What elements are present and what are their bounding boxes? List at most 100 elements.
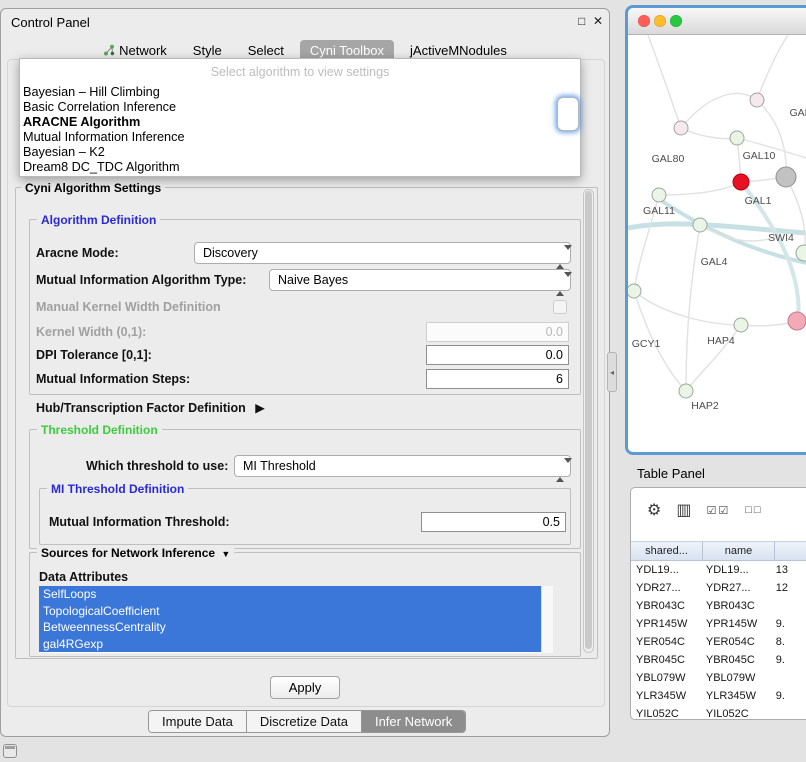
table-cell — [771, 669, 806, 687]
table-row[interactable]: YBR045CYBR045C9. — [631, 651, 806, 669]
network-node[interactable] — [734, 318, 748, 332]
which-threshold-value: MI Threshold — [243, 459, 316, 473]
table-row[interactable]: YDR27...YDR27...12 — [631, 579, 806, 597]
gear-icon[interactable]: ⚙ — [647, 500, 661, 520]
mi-steps-input[interactable] — [426, 369, 569, 389]
zoom-button[interactable] — [670, 15, 682, 27]
network-node[interactable] — [679, 384, 693, 398]
mi-algorithm-type-select[interactable]: Naive Bayes — [269, 269, 571, 291]
settings-scrollbar-thumb[interactable] — [585, 191, 592, 649]
apply-button[interactable]: Apply — [270, 676, 340, 699]
mi-algorithm-type-value: Naive Bayes — [278, 273, 348, 287]
kernel-width-input[interactable] — [426, 322, 569, 342]
algorithm-option-basic-correlation-inference[interactable]: Basic Correlation Inference — [20, 100, 580, 115]
algorithm-option-bayesian-hill-climbing[interactable]: Bayesian – Hill Climbing — [20, 85, 580, 100]
mi-threshold-input[interactable] — [421, 512, 566, 532]
table-cell: YIL052C — [631, 705, 701, 719]
network-node[interactable] — [776, 167, 796, 187]
attribute-topologicalcoefficient[interactable]: TopologicalCoefficient — [39, 603, 541, 620]
table-row[interactable]: YPR145WYPR145W9. — [631, 615, 806, 633]
column-header-col2[interactable] — [775, 541, 806, 561]
column-header-shared[interactable]: shared... — [631, 541, 703, 561]
network-edge — [681, 94, 757, 128]
panel-title: Control Panel — [11, 15, 90, 30]
algorithm-option-aracne-algorithm[interactable]: ARACNE Algorithm — [20, 115, 580, 130]
network-node[interactable] — [674, 121, 688, 135]
algorithm-option-mutual-information-inference[interactable]: Mutual Information Inference — [20, 130, 580, 145]
which-threshold-select[interactable]: MI Threshold — [234, 455, 571, 477]
network-node[interactable] — [652, 188, 666, 202]
network-node[interactable] — [750, 93, 764, 107]
network-node-label: GAL11 — [643, 205, 675, 217]
unchecked-boxes-icon[interactable]: □□ — [745, 504, 762, 516]
network-edge — [659, 182, 741, 195]
tab-label: jActiveMNodules — [410, 43, 507, 58]
minimize-button[interactable] — [654, 15, 666, 27]
panel-splitter-handle[interactable]: ◂ — [607, 352, 617, 392]
attribute-gal4rgexp[interactable]: gal4RGexp — [39, 636, 541, 653]
table-row[interactable]: YBL079WYBL079W — [631, 669, 806, 687]
network-icon — [103, 44, 115, 56]
close-button[interactable] — [638, 15, 650, 27]
bottom-tab-discretize-data[interactable]: Discretize Data — [247, 711, 362, 732]
attribute-betweennesscentrality[interactable]: BetweennessCentrality — [39, 619, 541, 636]
table-cell: 12 — [771, 579, 806, 597]
data-attributes-label: Data Attributes — [39, 570, 128, 584]
manual-kernel-width-checkbox[interactable] — [553, 300, 567, 314]
checked-boxes-icon[interactable]: ☑☑ — [706, 504, 730, 517]
bottom-tab-infer-network[interactable]: Infer Network — [362, 711, 465, 732]
dpi-tolerance-label: DPI Tolerance [0,1]: — [36, 348, 152, 362]
cyni-settings-title: Cyni Algorithm Settings — [21, 181, 165, 195]
float-window-icon[interactable]: □ — [578, 14, 585, 28]
dpi-tolerance-input[interactable] — [426, 345, 569, 365]
aracne-mode-select[interactable]: Discovery — [194, 242, 571, 264]
data-attributes-list[interactable]: SelfLoopsTopologicalCoefficientBetweenne… — [39, 586, 553, 653]
algorithm-option-bayesian-k2[interactable]: Bayesian – K2 — [20, 145, 580, 160]
network-edge — [686, 225, 700, 391]
attribute-selfloops[interactable]: SelfLoops — [39, 586, 541, 603]
expand-arrow-icon: ▶ — [255, 401, 265, 415]
minimized-panel-icon[interactable] — [3, 744, 17, 758]
threshold-definition-title: Threshold Definition — [37, 423, 162, 437]
focused-control-fragment[interactable] — [557, 97, 579, 131]
column-header-name[interactable]: name — [703, 541, 775, 561]
hub-definition-label: Hub/Transcription Factor Definition — [36, 401, 246, 415]
table-row[interactable]: YDL19...YDL19...13 — [631, 561, 806, 579]
network-node[interactable] — [788, 312, 806, 330]
algorithm-definition-title: Algorithm Definition — [37, 213, 160, 227]
table-cell: YDL19... — [701, 561, 771, 579]
bottom-tab-bar: Impute DataDiscretize DataInfer Network — [148, 710, 466, 733]
table-cell: YPR145W — [701, 615, 771, 633]
table-cell: YLR345W — [701, 687, 771, 705]
aracne-mode-value: Discovery — [203, 246, 258, 260]
close-icon[interactable]: ✕ — [593, 14, 603, 28]
network-node-label: HAP2 — [691, 400, 719, 412]
network-canvas[interactable]: GAL80GAL10GALGAL1GAL11SWI4GAL4GCY1HAP4HA… — [628, 35, 806, 452]
table-row[interactable]: YBR043CYBR043C — [631, 597, 806, 615]
settings-scrollbar[interactable] — [583, 189, 594, 653]
bottom-tab-impute-data[interactable]: Impute Data — [149, 711, 247, 732]
network-node[interactable] — [628, 284, 641, 298]
table-row[interactable]: YIL052CYIL052C — [631, 705, 806, 719]
network-window-titlebar[interactable] — [628, 8, 806, 35]
attribute-items: SelfLoopsTopologicalCoefficientBetweenne… — [39, 586, 553, 652]
combo-arrows-icon — [556, 247, 565, 267]
network-node-label: GAL10 — [743, 150, 776, 162]
table-toolbar: ⚙ ▥ ☑☑ □□ — [647, 500, 778, 520]
algorithm-option-dream8-dc-tdc-algorithm[interactable]: Dream8 DC_TDC Algorithm — [20, 160, 580, 175]
columns-icon[interactable]: ▥ — [676, 500, 691, 520]
table-cell: YBR043C — [701, 597, 771, 615]
sources-group-toggle[interactable]: Sources for Network Inference ▼ — [37, 546, 234, 560]
table-cell: YDL19... — [631, 561, 701, 579]
table-row[interactable]: YLR345WYLR345W9. — [631, 687, 806, 705]
table-cell: 13 — [771, 561, 806, 579]
network-node[interactable] — [796, 245, 806, 261]
hub-definition-toggle[interactable]: Hub/Transcription Factor Definition ▶ — [36, 401, 265, 415]
network-node-label: GAL — [789, 107, 806, 119]
table-row[interactable]: YER054CYER054C8. — [631, 633, 806, 651]
table-cell: YDR27... — [631, 579, 701, 597]
network-node[interactable] — [733, 174, 749, 190]
attribute-list-scrollbar[interactable] — [541, 586, 553, 653]
network-node[interactable] — [730, 131, 744, 145]
network-node[interactable] — [693, 218, 707, 232]
